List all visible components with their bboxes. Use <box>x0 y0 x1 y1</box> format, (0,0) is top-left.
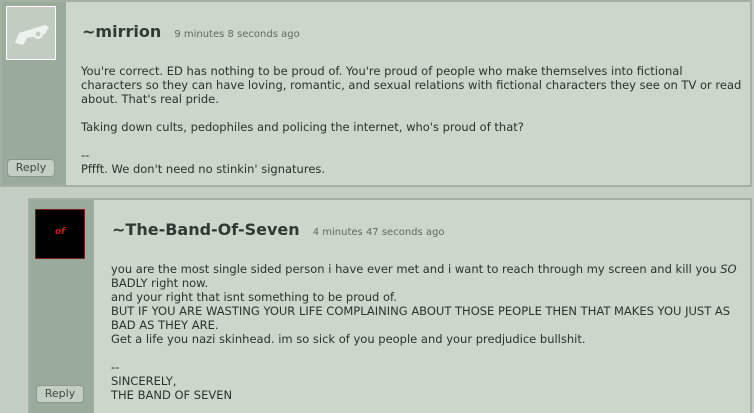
comment-text: BUT IF YOU ARE WASTING YOUR LIFE COMPLAI… <box>111 304 731 332</box>
avatar[interactable]: of <box>35 209 85 259</box>
signature: Pffft. We don't need no stinkin' signatu… <box>81 162 326 176</box>
comment-body: you are the most single sided person i h… <box>111 262 747 402</box>
comment-header: ~mirrion 9 minutes 8 seconds ago <box>82 22 300 41</box>
comment-text: you are the most single sided person i h… <box>111 262 737 290</box>
comment-text: You're correct. ED has nothing to be pro… <box>81 64 742 106</box>
comment-header: ~The-Band-Of-Seven 4 minutes 47 seconds … <box>112 220 445 239</box>
timestamp: 4 minutes 47 seconds ago <box>312 227 445 238</box>
avatar[interactable] <box>6 6 56 60</box>
signature-separator: -- <box>81 148 90 162</box>
comment-the-band-of-seven: of Reply ~The-Band-Of-Seven 4 minutes 47… <box>28 198 752 413</box>
comment-gutter: Reply <box>2 2 66 185</box>
comment-mirrion: Reply ~mirrion 9 minutes 8 seconds ago Y… <box>0 0 752 187</box>
emphasis-text: SO <box>720 262 737 276</box>
signature: THE BAND OF SEVEN <box>111 388 233 402</box>
comment-gutter: of Reply <box>30 200 94 413</box>
avatar-label: of <box>54 227 66 237</box>
deviantart-logo-icon <box>15 25 49 45</box>
comment-text: and your right that isnt something to be… <box>111 290 397 304</box>
reply-button[interactable]: Reply <box>7 159 55 177</box>
comment-body: You're correct. ED has nothing to be pro… <box>81 64 746 176</box>
timestamp: 9 minutes 8 seconds ago <box>174 29 300 40</box>
username-link[interactable]: ~The-Band-Of-Seven <box>112 220 300 239</box>
comment-text: Taking down cults, pedophiles and polici… <box>81 120 524 134</box>
username-link[interactable]: ~mirrion <box>82 22 161 41</box>
comment-text: Get a life you nazi skinhead. im so sick… <box>111 332 586 346</box>
signature: SINCERELY, <box>111 374 177 388</box>
signature-separator: -- <box>111 360 120 374</box>
reply-button[interactable]: Reply <box>36 385 84 403</box>
